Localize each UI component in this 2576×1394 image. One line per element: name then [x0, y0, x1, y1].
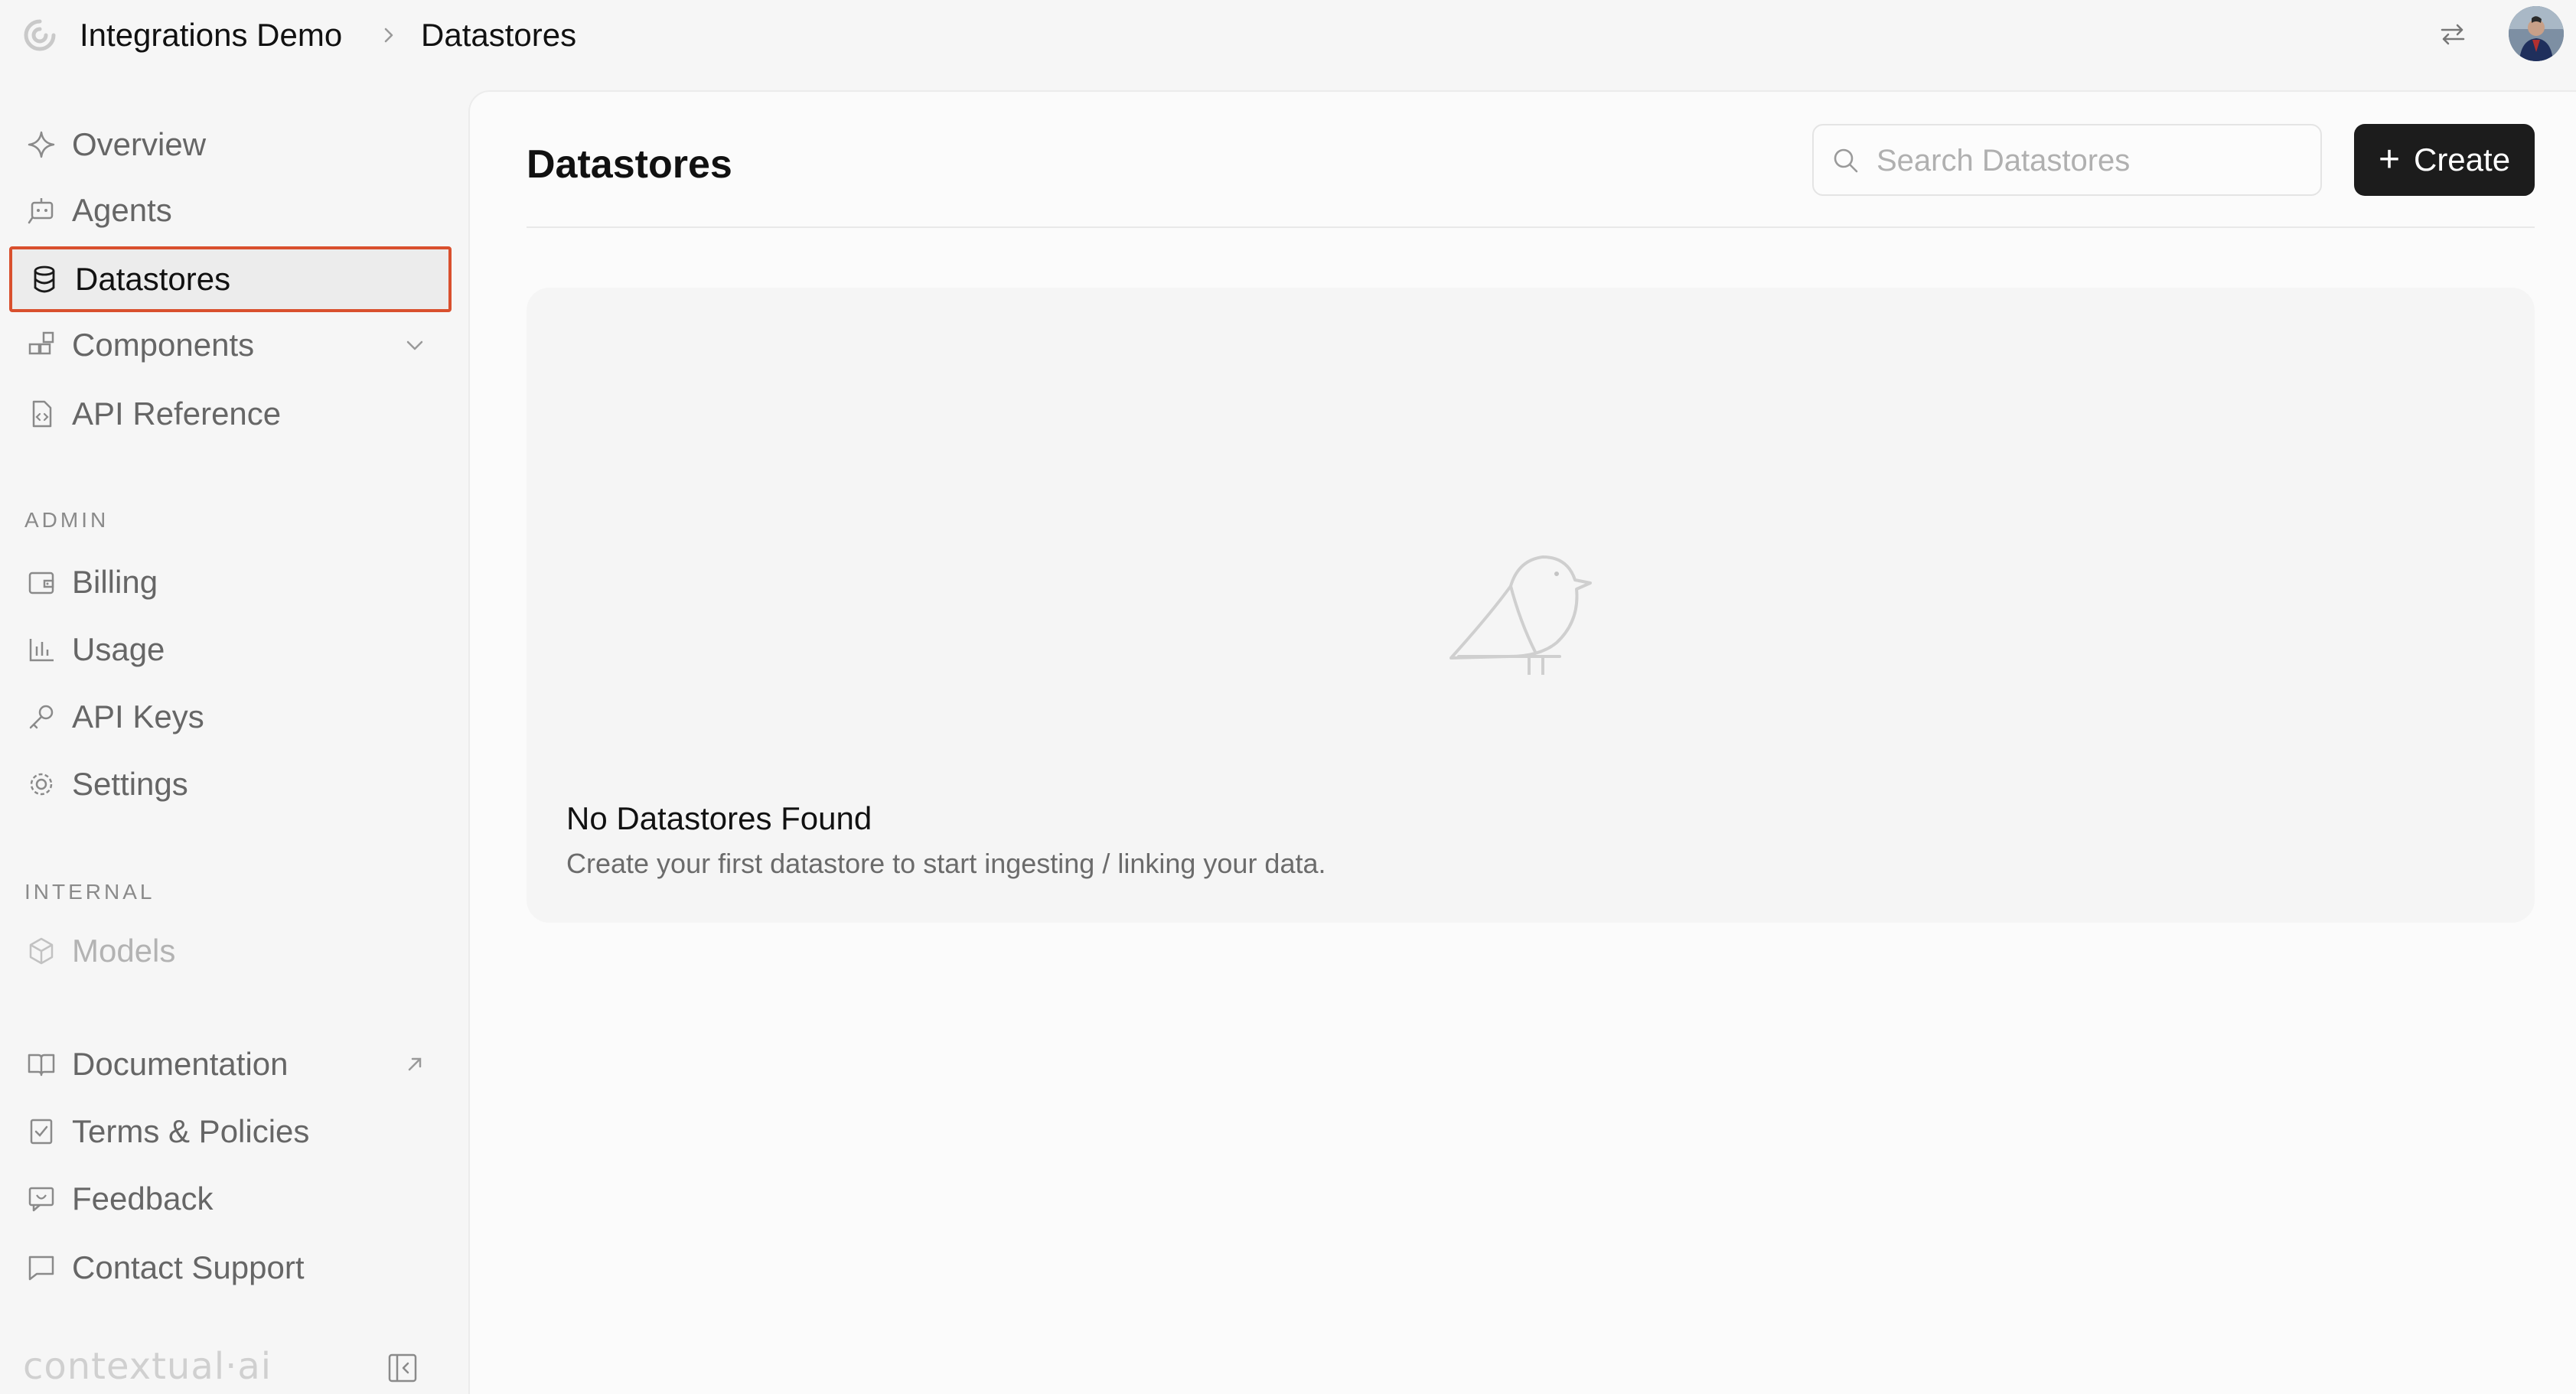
- top-bar: Integrations Demo Datastores: [0, 0, 2576, 90]
- user-avatar[interactable]: [2509, 6, 2564, 61]
- breadcrumb-current: Datastores: [421, 17, 577, 53]
- sidebar-item-label: Settings: [72, 766, 188, 802]
- sidebar-item-billing[interactable]: Billing: [9, 549, 452, 615]
- components-icon: [26, 330, 57, 360]
- chevron-right-icon: [384, 28, 393, 43]
- sidebar-item-usage[interactable]: Usage: [9, 617, 452, 682]
- sidebar-item-label: Models: [72, 933, 176, 969]
- sidebar-item-api-keys[interactable]: API Keys: [9, 684, 452, 750]
- message-icon: [26, 1252, 57, 1283]
- bar-chart-icon: [26, 634, 57, 665]
- page-title: Datastores: [527, 142, 732, 187]
- sidebar-item-components[interactable]: Components: [9, 312, 452, 378]
- sidebar-item-label: Components: [72, 327, 255, 363]
- search-icon: [1834, 148, 1858, 173]
- sidebar-item-feedback[interactable]: Feedback: [9, 1166, 452, 1232]
- sidebar-item-support[interactable]: Contact Support: [9, 1235, 452, 1301]
- database-icon: [29, 264, 60, 295]
- search-box[interactable]: [1812, 124, 2322, 196]
- sidebar-item-label: Terms & Policies: [72, 1113, 310, 1149]
- main-panel: Datastores + Create No D: [468, 90, 2576, 1394]
- bird-illustration-icon: [1449, 555, 1592, 675]
- checklist-icon: [26, 1116, 57, 1147]
- key-icon: [26, 702, 57, 732]
- empty-state-title: No Datastores Found: [566, 800, 872, 836]
- sidebar-item-label: API Reference: [72, 396, 282, 432]
- sidebar-item-overview[interactable]: Overview: [9, 112, 452, 178]
- collapse-sidebar-button[interactable]: [386, 1351, 419, 1385]
- create-datastore-button[interactable]: + Create: [2354, 124, 2535, 196]
- sidebar-item-label: Usage: [72, 631, 165, 667]
- sidebar-item-label: Documentation: [72, 1046, 289, 1082]
- header-divider: [527, 226, 2535, 228]
- external-link-icon: [401, 1050, 429, 1078]
- arrows-swap-icon: [2441, 24, 2465, 45]
- chat-bot-icon: [26, 195, 57, 226]
- feedback-icon: [26, 1184, 57, 1214]
- sidebar-item-documentation[interactable]: Documentation: [9, 1031, 452, 1097]
- switch-workspace-button[interactable]: [2434, 15, 2472, 54]
- section-label-internal: INTERNAL: [24, 880, 155, 904]
- sidebar-item-label: Overview: [72, 126, 207, 162]
- sidebar-collapse-icon: [388, 1353, 417, 1383]
- sidebar-item-label: Datastores: [75, 261, 231, 297]
- section-label-admin: ADMIN: [24, 508, 109, 532]
- create-button-label: Create: [2413, 142, 2511, 178]
- sidebar-item-datastores[interactable]: Datastores: [9, 246, 452, 312]
- avatar-image: [2509, 6, 2564, 61]
- plus-icon: +: [2378, 139, 2400, 180]
- sidebar-item-terms[interactable]: Terms & Policies: [9, 1099, 452, 1164]
- empty-state-card: No Datastores Found Create your first da…: [527, 288, 2535, 923]
- wallet-icon: [26, 567, 57, 598]
- sidebar-item-label: Contact Support: [72, 1249, 305, 1285]
- sidebar-item-agents[interactable]: Agents: [9, 178, 452, 243]
- code-file-icon: [26, 399, 57, 429]
- sidebar-item-label: API Keys: [72, 699, 204, 734]
- cube-icon: [26, 936, 57, 966]
- sidebar: Overview Agents Datastores Components AP…: [0, 90, 468, 1394]
- sidebar-item-models[interactable]: Models: [9, 918, 452, 984]
- sparkle-icon: [26, 129, 57, 160]
- sidebar-item-label: Agents: [72, 192, 172, 228]
- sidebar-item-label: Feedback: [72, 1181, 214, 1216]
- empty-state-description: Create your first datastore to start ing…: [566, 848, 1326, 879]
- app-root: Integrations Demo Datastores Overview Ag…: [0, 0, 2576, 1394]
- sidebar-item-api-reference[interactable]: API Reference: [9, 381, 452, 447]
- gear-icon: [26, 769, 57, 800]
- search-input[interactable]: [1877, 138, 2305, 184]
- chevron-down-icon[interactable]: [401, 331, 429, 359]
- workspace-logo-icon[interactable]: [23, 18, 57, 52]
- breadcrumb-workspace[interactable]: Integrations Demo: [80, 14, 342, 57]
- sidebar-item-settings[interactable]: Settings: [9, 751, 452, 817]
- brand-logo: contextual·ai: [23, 1345, 272, 1388]
- book-icon: [26, 1049, 57, 1080]
- sidebar-item-label: Billing: [72, 564, 158, 600]
